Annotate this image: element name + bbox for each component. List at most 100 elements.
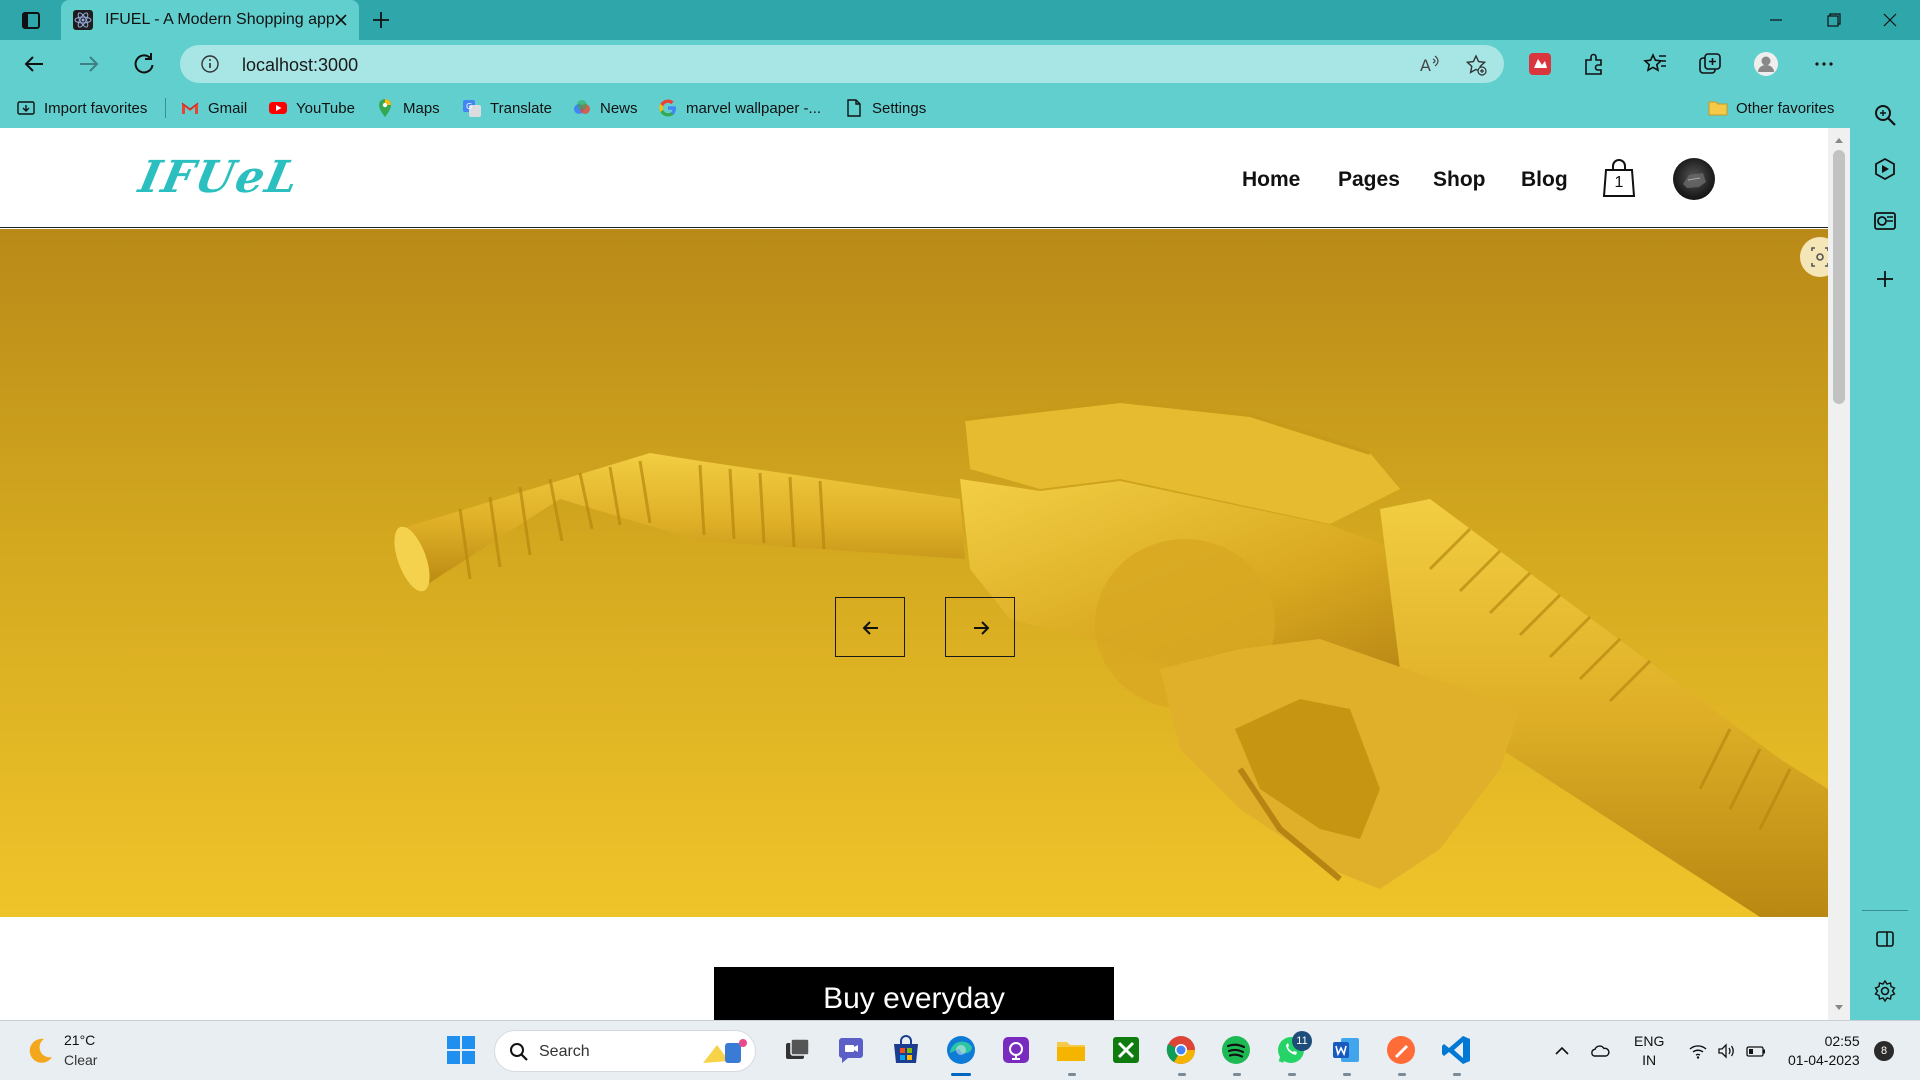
nav-blog[interactable]: Blog [1521,168,1568,192]
windows-taskbar: 21°C Clear Search 11 ENG IN 02:55 01-04-… [0,1020,1920,1080]
hide-sidebar-icon[interactable] [1872,926,1898,952]
visual-search-icon[interactable] [1800,237,1828,277]
windows-start-icon[interactable] [444,1033,478,1067]
microsoft-store-icon[interactable] [889,1033,923,1067]
next-slide-button[interactable] [945,597,1015,657]
chevron-up-icon[interactable] [1552,1041,1572,1061]
other-favorites[interactable]: Other favorites [1708,96,1834,120]
back-icon[interactable] [20,50,48,78]
fav-translate[interactable]: G Translate [462,96,552,120]
minimize-icon[interactable] [1764,8,1788,32]
more-icon[interactable] [1810,50,1838,78]
search-icon [509,1042,529,1062]
taskbar-search-placeholder: Search [539,1043,590,1060]
prev-slide-button[interactable] [835,597,905,657]
page-viewport: IFUeL Home Pages Shop Blog 1 Buy everyda… [0,128,1828,1020]
close-window-icon[interactable] [1878,8,1902,32]
profile-icon[interactable] [1752,50,1780,78]
fav-label: marvel wallpaper -... [686,99,822,117]
word-icon[interactable] [1329,1033,1363,1067]
buy-everyday-banner: Buy everyday [714,967,1114,1020]
fav-label: Import favorites [44,99,148,117]
user-avatar[interactable] [1673,158,1715,200]
url-text[interactable]: localhost:3000 [242,55,358,76]
tab-title: IFUEL - A Modern Shopping app [105,11,335,28]
file-explorer-icon[interactable] [1054,1033,1088,1067]
xbox-icon[interactable] [1109,1033,1143,1067]
lang-top: ENG [1634,1033,1665,1049]
page-icon [844,98,864,118]
page-scrollbar[interactable] [1828,128,1850,1020]
moon-weather-icon[interactable] [24,1035,56,1067]
add-favorite-icon[interactable] [1464,53,1488,77]
fav-settings[interactable]: Settings [844,96,926,120]
google-icon [658,98,678,118]
vscode-icon[interactable] [1439,1033,1473,1067]
task-view-icon[interactable] [780,1033,814,1067]
extensions-icon[interactable] [1580,50,1608,78]
notifications-badge[interactable]: 8 [1874,1041,1894,1061]
scroll-up-icon[interactable] [1834,136,1844,144]
site-logo[interactable]: IFUeL [135,152,305,203]
scroll-thumb[interactable] [1833,150,1845,404]
tab-actions-icon[interactable] [16,8,44,32]
running-indicator [1233,1073,1241,1076]
fav-news[interactable]: News [572,96,638,120]
edge-browser-icon[interactable] [944,1033,978,1067]
fuel-nozzle-image [394,398,1828,917]
scroll-down-icon[interactable] [1834,1004,1844,1012]
clock-date: 01-04-2023 [1788,1052,1860,1068]
spotify-icon[interactable] [1219,1033,1253,1067]
language-indicator[interactable]: ENG IN [1634,1032,1664,1070]
fav-marvel-wallpaper[interactable]: marvel wallpaper -... [658,96,821,120]
onedrive-icon[interactable] [1590,1041,1610,1061]
extension-red-icon[interactable] [1526,50,1554,78]
close-tab-icon[interactable] [333,12,349,28]
taskbar-search[interactable]: Search [494,1030,756,1072]
weather-temp: 21°C [64,1032,96,1048]
favorites-separator [165,98,166,118]
cart-button[interactable]: 1 [1602,158,1636,198]
title-bar: IFUEL - A Modern Shopping app [0,0,1920,40]
new-tab-icon[interactable] [368,8,394,32]
folder-icon [1708,98,1728,118]
running-indicator [1068,1073,1076,1076]
address-bar[interactable]: localhost:3000 A [180,45,1504,83]
postman-icon[interactable] [1384,1033,1418,1067]
volume-icon[interactable] [1716,1041,1736,1061]
outlook-icon[interactable] [1872,208,1898,234]
favorites-icon[interactable] [1641,50,1669,78]
battery-icon[interactable] [1746,1041,1766,1061]
translate-icon: G [462,98,482,118]
nav-shop[interactable]: Shop [1433,168,1486,192]
active-tab[interactable]: IFUEL - A Modern Shopping app [61,0,359,40]
search-sidebar-icon[interactable] [1872,102,1898,128]
chrome-icon[interactable] [1164,1033,1198,1067]
nav-home[interactable]: Home [1242,168,1300,192]
clock[interactable]: 02:55 01-04-2023 [1788,1032,1860,1070]
running-indicator [1288,1073,1296,1076]
teams-chat-icon[interactable] [834,1033,868,1067]
fav-gmail[interactable]: Gmail [180,96,247,120]
info-icon[interactable] [200,54,220,74]
restore-icon[interactable] [1821,8,1845,32]
forward-icon[interactable] [75,50,103,78]
screen-recorder-icon[interactable] [999,1033,1033,1067]
discover-icon[interactable] [1872,156,1898,182]
fav-youtube[interactable]: YouTube [268,96,355,120]
add-sidebar-icon[interactable] [1872,266,1898,292]
arrow-left-icon [862,621,878,635]
collections-icon[interactable] [1696,50,1724,78]
fav-maps[interactable]: Maps [375,96,440,120]
svg-text:A: A [1420,56,1431,75]
read-aloud-icon[interactable]: A [1418,53,1442,77]
whatsapp-badge: 11 [1292,1031,1312,1051]
gmail-icon [180,98,200,118]
wifi-icon[interactable] [1688,1041,1708,1061]
fav-import-favorites[interactable]: Import favorites [16,96,147,120]
search-highlight-icon [695,1035,751,1069]
refresh-icon[interactable] [130,50,158,78]
sidebar-settings-icon[interactable] [1872,978,1898,1004]
nav-pages[interactable]: Pages [1338,168,1400,192]
running-indicator [1178,1073,1186,1076]
